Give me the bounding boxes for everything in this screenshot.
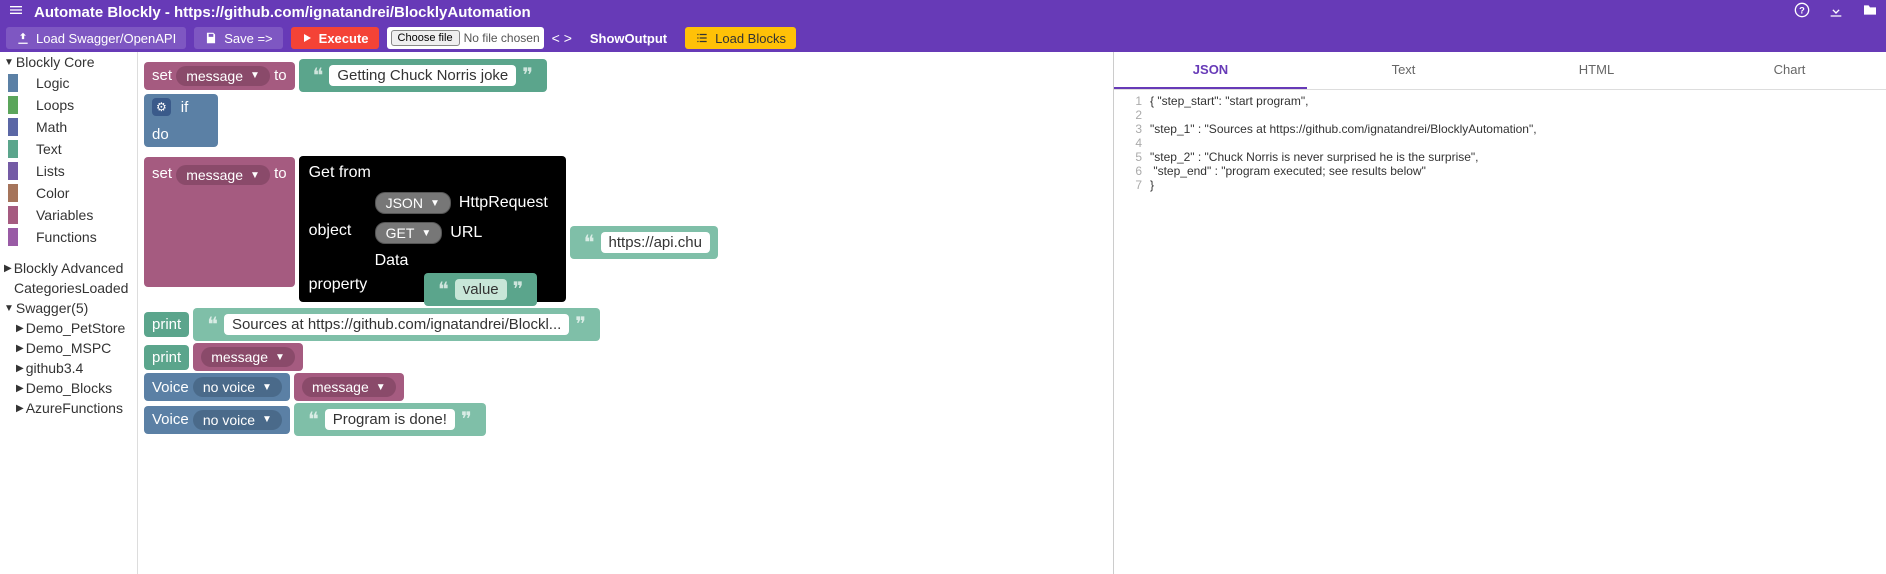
text-block[interactable]: ❝ Program is done! ❞ [294,403,486,436]
quote-icon: ❝ [307,63,330,88]
help-icon[interactable]: ? [1794,2,1810,22]
svg-text:?: ? [1799,5,1805,15]
text-field[interactable]: Getting Chuck Norris joke [329,65,516,86]
url-text-block[interactable]: ❝ https://api.chu [570,226,718,259]
tab-json[interactable]: JSON [1114,52,1307,89]
load-swagger-button[interactable]: Load Swagger/OpenAPI [6,27,186,49]
sidebar-item-logic[interactable]: Logic [0,72,137,94]
code-icon: < > [552,30,572,46]
voice-dropdown[interactable]: no voice▼ [193,377,282,397]
save-button[interactable]: Save => [194,27,282,49]
blockly-workspace[interactable]: set message▼ to ❝ Getting Chuck Norris j… [138,52,1114,574]
toolbar: Load Swagger/OpenAPI Save => Execute Cho… [0,24,1886,52]
choose-file-button[interactable]: Choose file [391,30,460,46]
tab-chart[interactable]: Chart [1693,52,1886,89]
text-field[interactable]: Sources at https://github.com/ignatandre… [224,314,569,335]
save-label: Save => [224,31,272,46]
quote-icon: ❞ [516,63,539,88]
voice-block[interactable]: Voice no voice▼ [144,373,290,401]
output-panel: JSON Text HTML Chart 1{ "step_start": "s… [1114,52,1886,574]
variable-dropdown[interactable]: message▼ [176,165,270,185]
sidebar: ▼Blockly Core LogicLoopsMathTextListsCol… [0,52,138,574]
sidebar-blockly-core[interactable]: ▼Blockly Core [0,52,137,72]
sidebar-swagger[interactable]: ▼Swagger(5) [0,298,137,318]
text-field[interactable]: Program is done! [325,409,455,430]
http-request-block[interactable]: JSON▼HttpRequest GET▼URL Data [367,188,556,274]
variable-dropdown[interactable]: message▼ [201,347,295,367]
value-field[interactable]: value [455,279,507,300]
print-block[interactable]: print [144,345,189,370]
load-blocks-button[interactable]: Load Blocks [685,27,796,49]
show-output-button[interactable]: ShowOutput [580,27,677,49]
print-block[interactable]: print [144,312,189,337]
sidebar-item-functions[interactable]: Functions [0,226,137,248]
sidebar-item-lists[interactable]: Lists [0,160,137,182]
sidebar-item-loops[interactable]: Loops [0,94,137,116]
sidebar-categories-loaded[interactable]: CategoriesLoaded [0,278,137,298]
code-output: 1{ "step_start": "start program",23"step… [1114,90,1886,196]
voice-dropdown[interactable]: no voice▼ [193,410,282,430]
variable-dropdown[interactable]: message▼ [176,66,270,86]
gear-icon[interactable]: ⚙ [152,98,171,116]
voice-block[interactable]: Voice no voice▼ [144,406,290,434]
quote-icon: ❝ [302,407,325,432]
load-swagger-label: Load Swagger/OpenAPI [36,31,176,46]
output-tabs: JSON Text HTML Chart [1114,52,1886,90]
text-block[interactable]: ❝ value ❞ [424,273,537,306]
sidebar-item-variables[interactable]: Variables [0,204,137,226]
sidebar-item-demo_mspc[interactable]: ▶Demo_MSPC [0,338,137,358]
quote-icon: ❝ [201,312,224,337]
text-block[interactable]: ❝ Getting Chuck Norris joke ❞ [299,59,547,92]
method-dropdown[interactable]: GET▼ [375,222,443,244]
execute-label: Execute [319,31,369,46]
execute-button[interactable]: Execute [291,27,379,49]
set-block[interactable]: set message▼ to [144,157,295,287]
quote-icon: ❞ [507,277,530,302]
download-icon[interactable] [1828,2,1844,22]
tab-text[interactable]: Text [1307,52,1500,89]
url-field[interactable]: https://api.chu [601,232,710,253]
text-block[interactable]: ❝ Sources at https://github.com/ignatand… [193,308,600,341]
variable-dropdown[interactable]: message▼ [302,377,396,397]
file-input-group: Choose file No file chosen [387,27,544,49]
variable-block[interactable]: message▼ [193,343,303,371]
sidebar-item-github3.4[interactable]: ▶github3.4 [0,358,137,378]
quote-icon: ❝ [432,277,455,302]
no-file-label: No file chosen [464,31,540,45]
folder-icon[interactable] [1862,2,1878,22]
json-dropdown[interactable]: JSON▼ [375,192,451,214]
load-blocks-label: Load Blocks [715,31,786,46]
quote-icon: ❞ [569,312,592,337]
page-title: Automate Blockly - https://github.com/ig… [34,4,1794,21]
app-header: Automate Blockly - https://github.com/ig… [0,0,1886,24]
sidebar-item-demo_petstore[interactable]: ▶Demo_PetStore [0,318,137,338]
sidebar-item-demo_blocks[interactable]: ▶Demo_Blocks [0,378,137,398]
tab-html[interactable]: HTML [1500,52,1693,89]
quote-icon: ❝ [578,230,601,255]
variable-block[interactable]: message▼ [294,373,404,401]
sidebar-item-math[interactable]: Math [0,116,137,138]
if-block[interactable]: ⚙if do [144,94,218,147]
set-block[interactable]: set message▼ to [144,62,295,90]
sidebar-item-color[interactable]: Color [0,182,137,204]
menu-icon[interactable] [8,2,24,22]
sidebar-blockly-advanced[interactable]: ▶Blockly Advanced [0,258,137,278]
sidebar-item-text[interactable]: Text [0,138,137,160]
sidebar-item-azurefunctions[interactable]: ▶AzureFunctions [0,398,137,418]
quote-icon: ❞ [455,407,478,432]
